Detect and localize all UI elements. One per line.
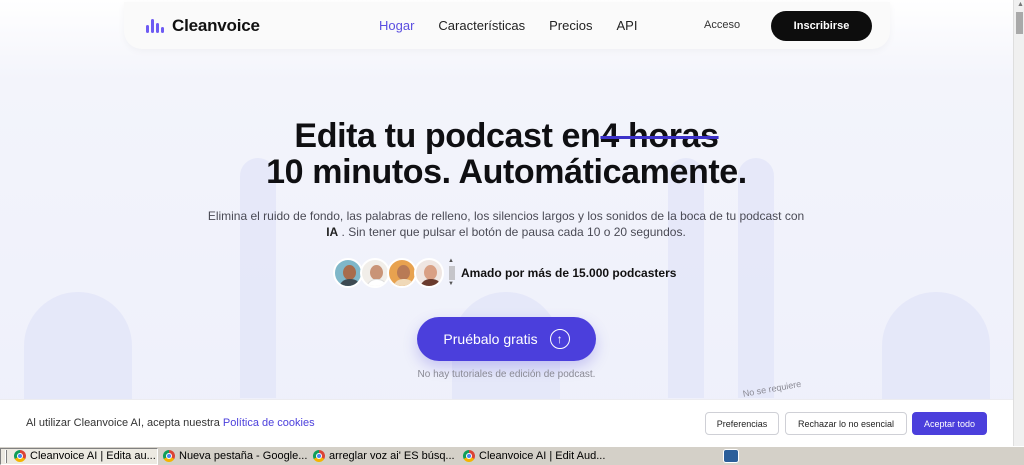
taskbar-item-label: Cleanvoice AI | Edit Aud... (479, 450, 606, 462)
waveform-logo-icon (146, 17, 166, 35)
accept-all-button[interactable]: Aceptar todo (912, 412, 987, 435)
taskbar-item[interactable]: arreglar voz ai' ES búsq... (308, 448, 458, 465)
cookie-text: Al utilizar Cleanvoice AI, acepta nuestr… (26, 417, 315, 429)
hero-title-line-2: 10 minutos. Automáticamente. (266, 153, 747, 191)
taskbar-item-label: Cleanvoice AI | Edita au... (30, 450, 156, 462)
avatar (360, 258, 390, 288)
tray-app-icon[interactable] (723, 449, 739, 463)
preferences-button[interactable]: Preferencias (705, 412, 779, 435)
background-shape (738, 158, 774, 398)
avatar (414, 258, 444, 288)
nav-link-caracteristicas[interactable]: Características (438, 18, 525, 33)
cta-label: Pruébalo gratis (443, 331, 538, 347)
taskbar-item-label: arreglar voz ai' ES búsq... (329, 450, 455, 462)
chrome-icon (163, 450, 175, 462)
top-navigation-bar: Cleanvoice Hogar Características Precios… (124, 2, 890, 49)
hero-title-struck: 4 horas (600, 117, 719, 155)
cookie-consent-bar: Al utilizar Cleanvoice AI, acepta nuestr… (0, 399, 1013, 446)
taskbar-item[interactable]: Cleanvoice AI | Edita au... (0, 447, 158, 465)
windows-taskbar: Cleanvoice AI | Edita au... Nueva pestañ… (0, 446, 1024, 465)
signup-button[interactable]: Inscribirse (771, 11, 872, 41)
reject-nonessential-button[interactable]: Rechazar lo no esencial (785, 412, 907, 435)
subtitle-bold: IA (326, 225, 339, 239)
try-free-button[interactable]: Pruébalo gratis ↑ (417, 317, 596, 361)
nav-link-hogar[interactable]: Hogar (379, 18, 414, 33)
cookie-message: Al utilizar Cleanvoice AI, acepta nuestr… (26, 417, 220, 429)
taskbar-item[interactable]: Cleanvoice AI | Edit Aud... (458, 448, 608, 465)
brand-name: Cleanvoice (172, 16, 260, 35)
hero-subtitle: Elimina el ruido de fondo, las palabras … (206, 208, 806, 240)
hero-title-line-1: Edita tu podcast en4 horas (0, 118, 1013, 154)
scrollbar-thumb[interactable] (1016, 12, 1023, 34)
hero-title-start: Edita tu podcast en (294, 117, 601, 155)
social-proof: ▲ ▼ Amado por más de 15.000 podcasters (333, 258, 676, 288)
main-nav: Hogar Características Precios API (379, 18, 637, 33)
arrow-down-icon: ▼ (448, 281, 454, 287)
login-link[interactable]: Acceso (704, 19, 740, 31)
taskbar-item-label: Nueva pestaña - Google... (179, 450, 308, 462)
mini-scrollbar[interactable]: ▲ ▼ (448, 258, 455, 288)
browser-viewport: Cleanvoice Hogar Características Precios… (0, 0, 1013, 446)
subtitle-text-end: . Sin tener que pulsar el botón de pausa… (341, 225, 686, 239)
chrome-icon (313, 450, 325, 462)
chrome-icon (463, 450, 475, 462)
background-shape (240, 158, 276, 398)
scroll-up-icon[interactable]: ▲ (1017, 1, 1024, 8)
avatar (387, 258, 417, 288)
cta-note: No hay tutoriales de edición de podcast. (417, 369, 596, 380)
page-scrollbar[interactable]: ▲ (1013, 0, 1024, 446)
avatar (333, 258, 363, 288)
taskbar-item[interactable]: Nueva pestaña - Google... (158, 448, 308, 465)
arrow-up-circle-icon: ↑ (549, 329, 570, 349)
social-proof-text: Amado por más de 15.000 podcasters (461, 266, 677, 280)
arrow-up-icon: ▲ (448, 258, 454, 264)
cookie-policy-link[interactable]: Política de cookies (223, 417, 315, 429)
nav-link-precios[interactable]: Precios (549, 18, 592, 33)
nav-link-api[interactable]: API (616, 18, 637, 33)
brand-logo[interactable]: Cleanvoice (146, 16, 260, 36)
chrome-icon (14, 450, 26, 462)
subtitle-text: Elimina el ruido de fondo, las palabras … (207, 209, 805, 223)
